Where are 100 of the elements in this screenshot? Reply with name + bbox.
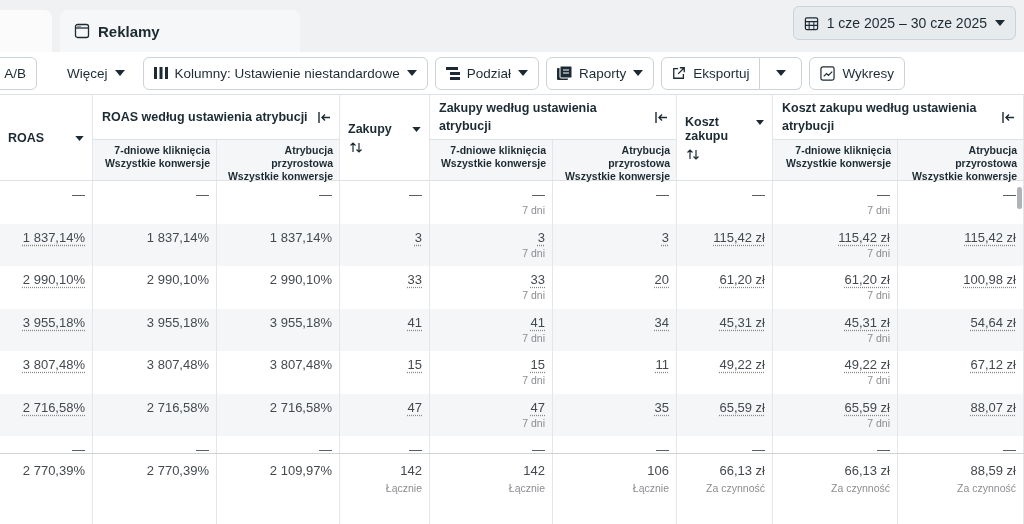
- table-cell: 3 807,48%: [146, 357, 209, 372]
- table-cell: 65,59 zł: [719, 399, 765, 415]
- caret-icon: [114, 70, 125, 76]
- reports-button[interactable]: Raporty: [545, 56, 655, 90]
- cell-note: 7 dni: [522, 416, 545, 429]
- bars-icon: [445, 66, 460, 80]
- cell-note: 7 dni: [522, 331, 545, 344]
- collapse-icon[interactable]: [655, 111, 668, 123]
- total-note: Łącznie: [508, 482, 545, 494]
- table-cell: —: [196, 442, 209, 453]
- table-cell: 15: [407, 357, 422, 372]
- collapse-icon[interactable]: [1002, 111, 1015, 123]
- table-cell: 2 716,58%: [22, 399, 85, 415]
- cell-note: 7 dni: [522, 204, 545, 216]
- column-subheader: Atrybucja przyrostowa Wszystkie konwersje: [564, 144, 670, 182]
- cell-note: 7 dni: [867, 289, 890, 301]
- caret-icon: [776, 70, 786, 76]
- export-icon: [672, 66, 687, 80]
- table-cell: 1 837,14%: [22, 229, 85, 245]
- columns-icon: [153, 67, 168, 79]
- ab-test-button[interactable]: A/B: [0, 56, 37, 90]
- table-cell: 3: [661, 229, 669, 245]
- total-cell: 2 109,97%: [269, 463, 332, 478]
- table-cell: 3 955,18%: [269, 314, 332, 330]
- cell-note: 7 dni: [867, 331, 890, 344]
- total-cell: 2 770,39%: [146, 463, 209, 478]
- table-cell: 45,31 zł: [719, 314, 765, 330]
- table-cell: 15: [530, 357, 545, 372]
- collapse-icon[interactable]: [318, 111, 331, 123]
- table-cell: 3 807,48%: [22, 357, 85, 372]
- total-cell: 66,13 zł: [719, 463, 765, 478]
- table-cell: 61,20 zł: [844, 272, 890, 287]
- table-cell: 2 716,58%: [146, 399, 209, 415]
- table-cell: —: [319, 442, 332, 453]
- columns-button[interactable]: Kolumny: Ustawienie niestandardowe: [142, 56, 428, 90]
- cell-note: 7 dni: [867, 204, 890, 216]
- date-range-button[interactable]: 1 cze 2025 – 30 cze 2025: [792, 6, 1016, 40]
- caret-icon: [406, 70, 417, 76]
- column-title: ROAS: [8, 130, 45, 145]
- table-cell: 3: [414, 229, 422, 245]
- caret-icon[interactable]: [75, 135, 84, 141]
- table-cell: 45,31 zł: [844, 314, 890, 330]
- sort-icon[interactable]: [350, 142, 362, 153]
- column-group-title: Koszt zakupu według ustawienia atrybucji: [782, 100, 978, 135]
- total-note: Za czynność: [706, 482, 765, 494]
- table-cell: 65,59 zł: [844, 399, 890, 415]
- table-cell: 54,64 zł: [970, 314, 1016, 330]
- table-cell: 67,12 zł: [970, 357, 1016, 372]
- table-cell: 2 990,10%: [269, 272, 332, 287]
- table-cell: —: [319, 187, 332, 202]
- caret-icon[interactable]: [756, 120, 764, 125]
- table-cell: —: [656, 442, 669, 453]
- total-cell: 88,59 zł: [970, 463, 1016, 478]
- total-note: Łącznie: [385, 482, 422, 494]
- chart-icon: [820, 65, 836, 81]
- table-cell: 115,42 zł: [964, 229, 1016, 245]
- table-cell: 41: [407, 314, 422, 330]
- scrollbar[interactable]: [1017, 187, 1022, 209]
- charts-button[interactable]: Wykresy: [809, 56, 906, 90]
- column-subheader: 7-dniowe kliknięcia Wszystkie konwersje: [440, 144, 546, 169]
- window-icon: [74, 23, 90, 39]
- tab[interactable]: Reklamy: [60, 10, 300, 52]
- cell-note: 7 dni: [522, 374, 545, 386]
- table-cell: 2 716,58%: [269, 399, 332, 415]
- calendar-icon: [803, 15, 819, 31]
- sort-icon[interactable]: [687, 149, 699, 160]
- reports-icon: [556, 66, 572, 80]
- total-cell: 142: [400, 463, 422, 478]
- table-cell: 3: [537, 229, 545, 245]
- table-cell: 2 990,10%: [22, 272, 85, 287]
- table-cell: 100,98 zł: [963, 272, 1016, 287]
- table-cell: 33: [407, 272, 422, 287]
- table-cell: —: [72, 442, 85, 453]
- column-subheader: 7-dniowe kliknięcia Wszystkie konwersje: [104, 144, 210, 169]
- table-cell: 35: [654, 399, 669, 415]
- table-cell: —: [72, 187, 85, 202]
- column-title: Koszt zakupu: [685, 115, 730, 143]
- table-cell: 3 955,18%: [22, 314, 85, 330]
- table-cell: 20: [654, 272, 669, 287]
- table-cell: 1 837,14%: [146, 229, 209, 245]
- cell-note: 7 dni: [867, 374, 890, 386]
- table-cell: 41: [530, 314, 545, 330]
- column-subheader: 7-dniowe kliknięcia Wszystkie konwersje: [785, 144, 891, 169]
- total-cell: 106: [647, 463, 669, 478]
- export-menu-button[interactable]: [760, 56, 803, 90]
- breakdown-button[interactable]: Podział: [434, 56, 539, 90]
- table-cell: 11: [655, 357, 669, 372]
- export-button[interactable]: Eksportuj: [661, 56, 761, 90]
- table-cell: —: [752, 442, 765, 453]
- column-group-title: ROAS według ustawienia atrybucji: [102, 109, 308, 126]
- table-cell: —: [1003, 187, 1016, 202]
- caret-icon[interactable]: [412, 127, 421, 132]
- table-cell: —: [877, 187, 890, 202]
- total-cell: 142: [523, 463, 545, 478]
- table-cell: —: [532, 442, 545, 453]
- column-group-title: Zakupy według ustawienia atrybucji: [439, 100, 598, 135]
- table-cell: —: [532, 187, 545, 202]
- total-cell: 2 770,39%: [22, 463, 85, 478]
- cell-note: 7 dni: [522, 246, 545, 259]
- table-cell: 3 807,48%: [269, 357, 332, 372]
